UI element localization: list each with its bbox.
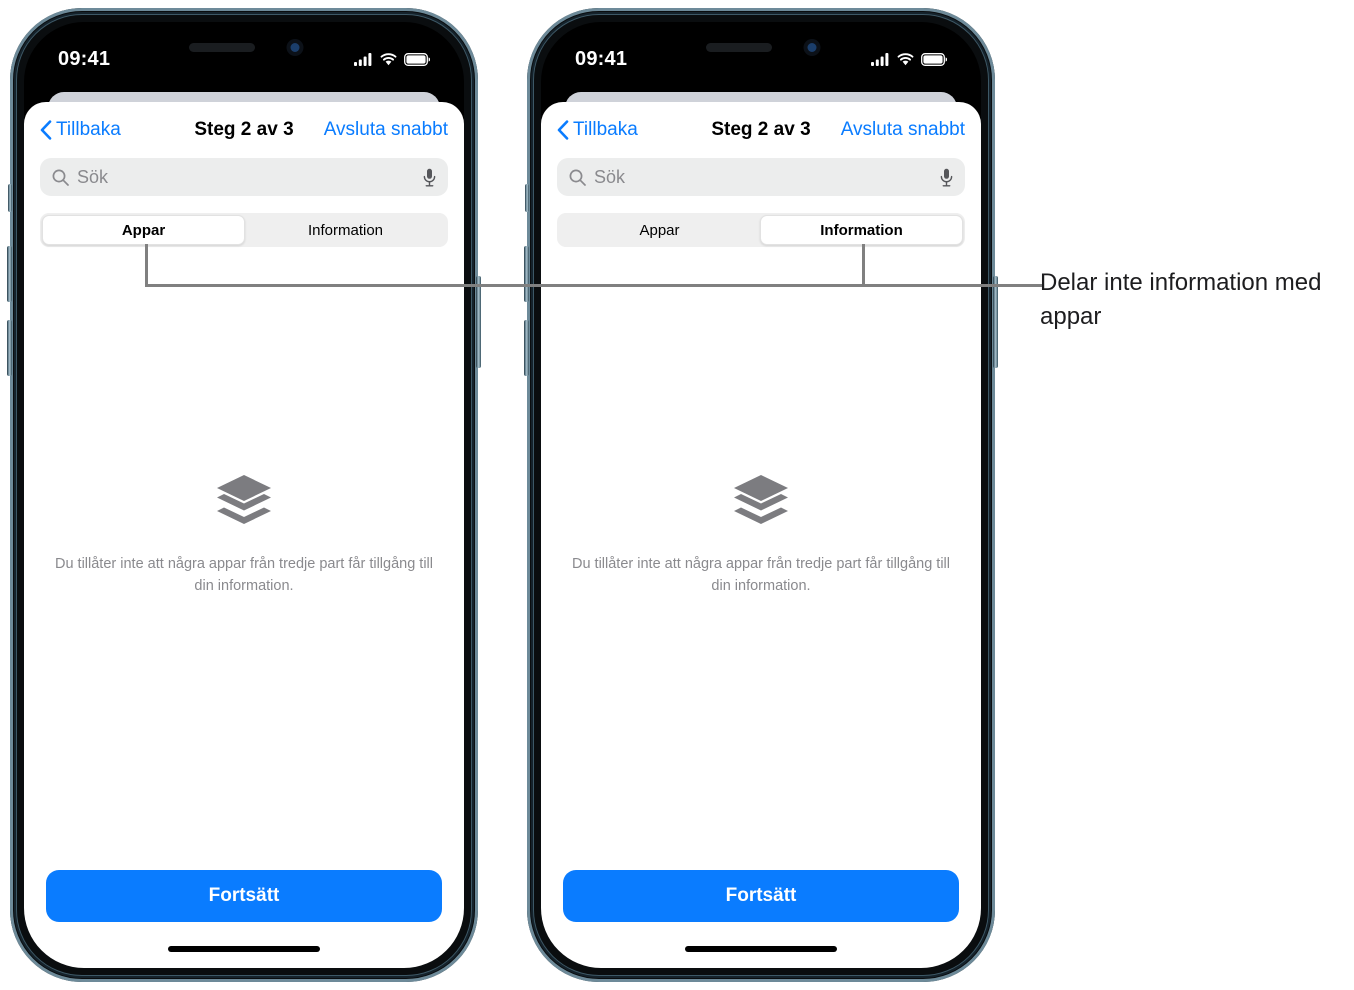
back-button[interactable]: Tillbaka: [40, 119, 121, 141]
chevron-left-icon: [557, 120, 569, 140]
continue-button[interactable]: Fortsätt: [46, 870, 442, 922]
status-bar: 09:41: [24, 46, 464, 72]
status-bar: 09:41: [541, 46, 981, 72]
search-icon: [569, 169, 586, 186]
search-placeholder-text: Sök: [77, 166, 109, 187]
volume-up-button[interactable]: [524, 246, 529, 302]
cellular-bars-icon: [871, 52, 889, 66]
segment-information[interactable]: Information: [760, 215, 963, 245]
quick-exit-button[interactable]: Avsluta snabbt: [841, 119, 965, 141]
segmented-control[interactable]: Appar Information: [40, 213, 448, 247]
cellular-bars-icon: [354, 52, 372, 66]
callout-label: Delar inte information med appar: [1040, 269, 1322, 331]
modal-sheet-right: Tillbaka Steg 2 av 3 Avsluta snabbt Sök: [541, 102, 981, 968]
empty-state: Du tillåter inte att några appar från tr…: [24, 201, 464, 870]
segment-appar[interactable]: Appar: [42, 215, 245, 245]
segment-information[interactable]: Information: [245, 215, 446, 245]
volume-down-button[interactable]: [524, 320, 529, 376]
wifi-icon: [897, 52, 914, 65]
navigation-bar: Tillbaka Steg 2 av 3 Avsluta snabbt: [541, 102, 981, 158]
empty-state: Du tillåter inte att några appar från tr…: [541, 201, 981, 870]
power-button[interactable]: [476, 276, 481, 368]
battery-icon: [921, 52, 947, 66]
status-bar-time: 09:41: [575, 47, 628, 70]
power-button[interactable]: [993, 276, 998, 368]
silent-switch-button[interactable]: [8, 184, 12, 212]
search-input[interactable]: Sök: [40, 158, 448, 196]
chevron-left-icon: [40, 120, 52, 140]
home-indicator[interactable]: [685, 946, 837, 952]
volume-up-button[interactable]: [7, 246, 12, 302]
search-placeholder-text: Sök: [594, 166, 626, 187]
phone-screen-left: 09:41 Tillbaka Steg 2 av 3 Avsluta snabb…: [24, 22, 464, 968]
continue-button[interactable]: Fortsätt: [563, 870, 959, 922]
search-bar-container: Sök: [24, 158, 464, 196]
back-button-label: Tillbaka: [573, 119, 638, 140]
stack-layers-icon: [734, 474, 788, 524]
phone-mockup-left: 09:41 Tillbaka Steg 2 av 3 Avsluta snabb…: [7, 8, 481, 982]
segment-appar[interactable]: Appar: [559, 215, 760, 245]
volume-down-button[interactable]: [7, 320, 12, 376]
silent-switch-button[interactable]: [525, 184, 529, 212]
search-input[interactable]: Sök: [557, 158, 965, 196]
home-indicator[interactable]: [168, 946, 320, 952]
microphone-icon[interactable]: [423, 168, 436, 187]
search-icon: [52, 169, 69, 186]
segmented-control[interactable]: Appar Information: [557, 213, 965, 247]
phone-mockup-right: 09:41 Tillbaka Steg 2 av 3 Avsluta snabb…: [524, 8, 998, 982]
microphone-icon[interactable]: [940, 168, 953, 187]
phone-screen-right: 09:41 Tillbaka Steg 2 av 3 Avsluta snabb…: [541, 22, 981, 968]
back-button-label: Tillbaka: [56, 119, 121, 140]
wifi-icon: [380, 52, 397, 65]
status-bar-time: 09:41: [58, 47, 111, 70]
status-bar-icons: [354, 52, 430, 66]
battery-icon: [404, 52, 430, 66]
stack-layers-icon: [217, 474, 271, 524]
empty-state-description: Du tillåter inte att några appar från tr…: [54, 555, 433, 594]
empty-state-description: Du tillåter inte att några appar från tr…: [571, 555, 950, 594]
quick-exit-button[interactable]: Avsluta snabbt: [324, 119, 448, 141]
navigation-bar: Tillbaka Steg 2 av 3 Avsluta snabbt: [24, 102, 464, 158]
back-button[interactable]: Tillbaka: [557, 119, 638, 141]
search-bar-container: Sök: [541, 158, 981, 196]
continue-button-container: Fortsätt: [24, 870, 464, 922]
status-bar-icons: [871, 52, 947, 66]
continue-button-container: Fortsätt: [541, 870, 981, 922]
modal-sheet-left: Tillbaka Steg 2 av 3 Avsluta snabbt Sök: [24, 102, 464, 968]
